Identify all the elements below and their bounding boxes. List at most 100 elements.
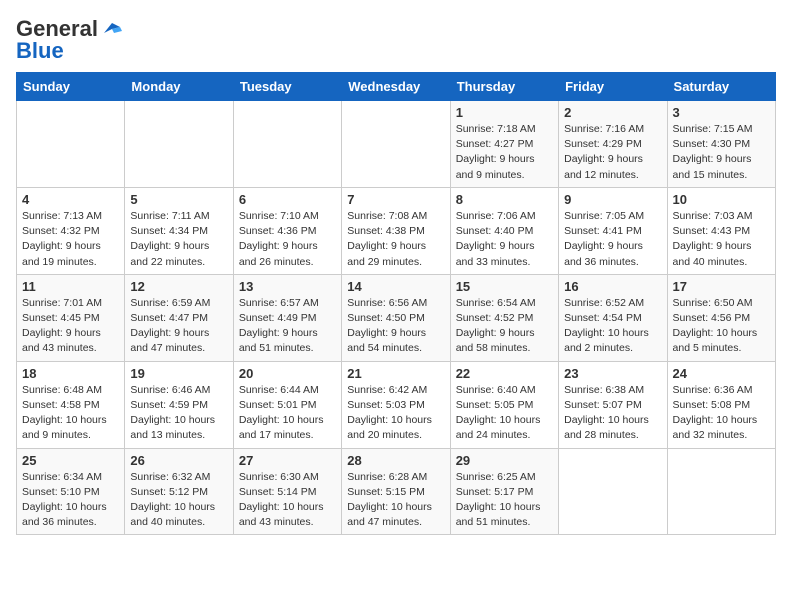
day-number: 1 [456,105,553,120]
calendar-cell: 8 Sunrise: 7:06 AM Sunset: 4:40 PM Daylig… [450,187,558,274]
day-info: Sunrise: 7:06 AM Sunset: 4:40 PM Dayligh… [456,209,553,270]
week-row-4: 18 Sunrise: 6:48 AM Sunset: 4:58 PM Dayli… [17,361,776,448]
day-info: Sunrise: 6:28 AM Sunset: 5:15 PM Dayligh… [347,470,444,531]
day-info: Sunrise: 6:25 AM Sunset: 5:17 PM Dayligh… [456,470,553,531]
calendar-cell: 5 Sunrise: 7:11 AM Sunset: 4:34 PM Daylig… [125,187,233,274]
calendar-cell: 13Sunrise: 6:57 AM Sunset: 4:49 PM Dayli… [233,274,341,361]
day-number: 18 [22,366,119,381]
calendar-cell: 19 Sunrise: 6:46 AM Sunset: 4:59 PM Dayli… [125,361,233,448]
calendar-cell [233,101,341,188]
day-number: 24 [673,366,770,381]
calendar-cell: 23 Sunrise: 6:38 AM Sunset: 5:07 PM Dayli… [559,361,667,448]
weekday-header-tuesday: Tuesday [233,73,341,101]
day-info: Sunrise: 7:05 AM Sunset: 4:41 PM Dayligh… [564,209,661,270]
week-row-2: 4 Sunrise: 7:13 AM Sunset: 4:32 PM Daylig… [17,187,776,274]
weekday-header-thursday: Thursday [450,73,558,101]
calendar-cell: 2 Sunrise: 7:16 AM Sunset: 4:29 PM Daylig… [559,101,667,188]
calendar-cell: 26 Sunrise: 6:32 AM Sunset: 5:12 PM Dayli… [125,448,233,535]
day-info: Sunrise: 7:16 AM Sunset: 4:29 PM Dayligh… [564,122,661,183]
day-info: Sunrise: 6:52 AM Sunset: 4:54 PM Dayligh… [564,296,661,357]
day-info: Sunrise: 6:46 AM Sunset: 4:59 PM Dayligh… [130,383,227,444]
day-number: 2 [564,105,661,120]
calendar-cell: 24 Sunrise: 6:36 AM Sunset: 5:08 PM Dayli… [667,361,775,448]
day-info: Sunrise: 6:44 AM Sunset: 5:01 PM Dayligh… [239,383,336,444]
weekday-header-monday: Monday [125,73,233,101]
calendar-body: 1 Sunrise: 7:18 AM Sunset: 4:27 PM Daylig… [17,101,776,535]
day-info: Sunrise: 6:42 AM Sunset: 5:03 PM Dayligh… [347,383,444,444]
day-number: 19 [130,366,227,381]
day-info: Sunrise: 6:40 AM Sunset: 5:05 PM Dayligh… [456,383,553,444]
day-info: Sunrise: 6:48 AM Sunset: 4:58 PM Dayligh… [22,383,119,444]
day-info: Sunrise: 6:56 AM Sunset: 4:50 PM Dayligh… [347,296,444,357]
day-info: Sunrise: 7:15 AM Sunset: 4:30 PM Dayligh… [673,122,770,183]
calendar-cell: 29 Sunrise: 6:25 AM Sunset: 5:17 PM Dayli… [450,448,558,535]
day-number: 15 [456,279,553,294]
day-info: Sunrise: 6:38 AM Sunset: 5:07 PM Dayligh… [564,383,661,444]
calendar-cell: 12Sunrise: 6:59 AM Sunset: 4:47 PM Dayli… [125,274,233,361]
calendar-cell: 4 Sunrise: 7:13 AM Sunset: 4:32 PM Daylig… [17,187,125,274]
day-number: 21 [347,366,444,381]
calendar-cell: 21 Sunrise: 6:42 AM Sunset: 5:03 PM Dayli… [342,361,450,448]
day-info: Sunrise: 6:34 AM Sunset: 5:10 PM Dayligh… [22,470,119,531]
weekday-header-row: SundayMondayTuesdayWednesdayThursdayFrid… [17,73,776,101]
calendar-cell: 17Sunrise: 6:50 AM Sunset: 4:56 PM Dayli… [667,274,775,361]
header: General Blue [16,16,776,64]
day-number: 4 [22,192,119,207]
day-info: Sunrise: 7:01 AM Sunset: 4:45 PM Dayligh… [22,296,119,357]
calendar-cell: 1 Sunrise: 7:18 AM Sunset: 4:27 PM Daylig… [450,101,558,188]
day-number: 16 [564,279,661,294]
day-info: Sunrise: 7:11 AM Sunset: 4:34 PM Dayligh… [130,209,227,270]
day-info: Sunrise: 6:30 AM Sunset: 5:14 PM Dayligh… [239,470,336,531]
calendar-cell: 7 Sunrise: 7:08 AM Sunset: 4:38 PM Daylig… [342,187,450,274]
day-info: Sunrise: 7:08 AM Sunset: 4:38 PM Dayligh… [347,209,444,270]
day-info: Sunrise: 6:57 AM Sunset: 4:49 PM Dayligh… [239,296,336,357]
day-info: Sunrise: 6:36 AM Sunset: 5:08 PM Dayligh… [673,383,770,444]
day-number: 27 [239,453,336,468]
calendar-cell: 27 Sunrise: 6:30 AM Sunset: 5:14 PM Dayli… [233,448,341,535]
day-number: 12 [130,279,227,294]
day-info: Sunrise: 7:03 AM Sunset: 4:43 PM Dayligh… [673,209,770,270]
day-number: 7 [347,192,444,207]
weekday-header-saturday: Saturday [667,73,775,101]
week-row-1: 1 Sunrise: 7:18 AM Sunset: 4:27 PM Daylig… [17,101,776,188]
calendar-cell: 10Sunrise: 7:03 AM Sunset: 4:43 PM Dayli… [667,187,775,274]
day-info: Sunrise: 7:10 AM Sunset: 4:36 PM Dayligh… [239,209,336,270]
day-number: 3 [673,105,770,120]
day-info: Sunrise: 7:18 AM Sunset: 4:27 PM Dayligh… [456,122,553,183]
calendar-cell: 16 Sunrise: 6:52 AM Sunset: 4:54 PM Dayli… [559,274,667,361]
day-info: Sunrise: 7:13 AM Sunset: 4:32 PM Dayligh… [22,209,119,270]
calendar-cell: 25 Sunrise: 6:34 AM Sunset: 5:10 PM Dayli… [17,448,125,535]
weekday-header-friday: Friday [559,73,667,101]
day-number: 17 [673,279,770,294]
calendar-cell: 22 Sunrise: 6:40 AM Sunset: 5:05 PM Dayli… [450,361,558,448]
calendar-table: SundayMondayTuesdayWednesdayThursdayFrid… [16,72,776,535]
day-info: Sunrise: 6:54 AM Sunset: 4:52 PM Dayligh… [456,296,553,357]
day-number: 11 [22,279,119,294]
weekday-header-sunday: Sunday [17,73,125,101]
day-number: 25 [22,453,119,468]
day-number: 8 [456,192,553,207]
day-number: 20 [239,366,336,381]
day-number: 23 [564,366,661,381]
calendar-cell: 3 Sunrise: 7:15 AM Sunset: 4:30 PM Daylig… [667,101,775,188]
calendar-cell: 9Sunrise: 7:05 AM Sunset: 4:41 PM Daylig… [559,187,667,274]
day-info: Sunrise: 6:32 AM Sunset: 5:12 PM Dayligh… [130,470,227,531]
calendar-cell: 28 Sunrise: 6:28 AM Sunset: 5:15 PM Dayli… [342,448,450,535]
day-number: 22 [456,366,553,381]
calendar-cell: 20 Sunrise: 6:44 AM Sunset: 5:01 PM Dayli… [233,361,341,448]
week-row-5: 25 Sunrise: 6:34 AM Sunset: 5:10 PM Dayli… [17,448,776,535]
day-number: 28 [347,453,444,468]
day-number: 26 [130,453,227,468]
calendar-cell: 14Sunrise: 6:56 AM Sunset: 4:50 PM Dayli… [342,274,450,361]
day-number: 29 [456,453,553,468]
calendar-cell [125,101,233,188]
day-number: 5 [130,192,227,207]
calendar-cell [559,448,667,535]
calendar-cell: 11 Sunrise: 7:01 AM Sunset: 4:45 PM Dayli… [17,274,125,361]
week-row-3: 11 Sunrise: 7:01 AM Sunset: 4:45 PM Dayli… [17,274,776,361]
calendar-cell [17,101,125,188]
calendar-cell [667,448,775,535]
calendar-cell: 15 Sunrise: 6:54 AM Sunset: 4:52 PM Dayli… [450,274,558,361]
day-number: 6 [239,192,336,207]
calendar-cell: 18 Sunrise: 6:48 AM Sunset: 4:58 PM Dayli… [17,361,125,448]
